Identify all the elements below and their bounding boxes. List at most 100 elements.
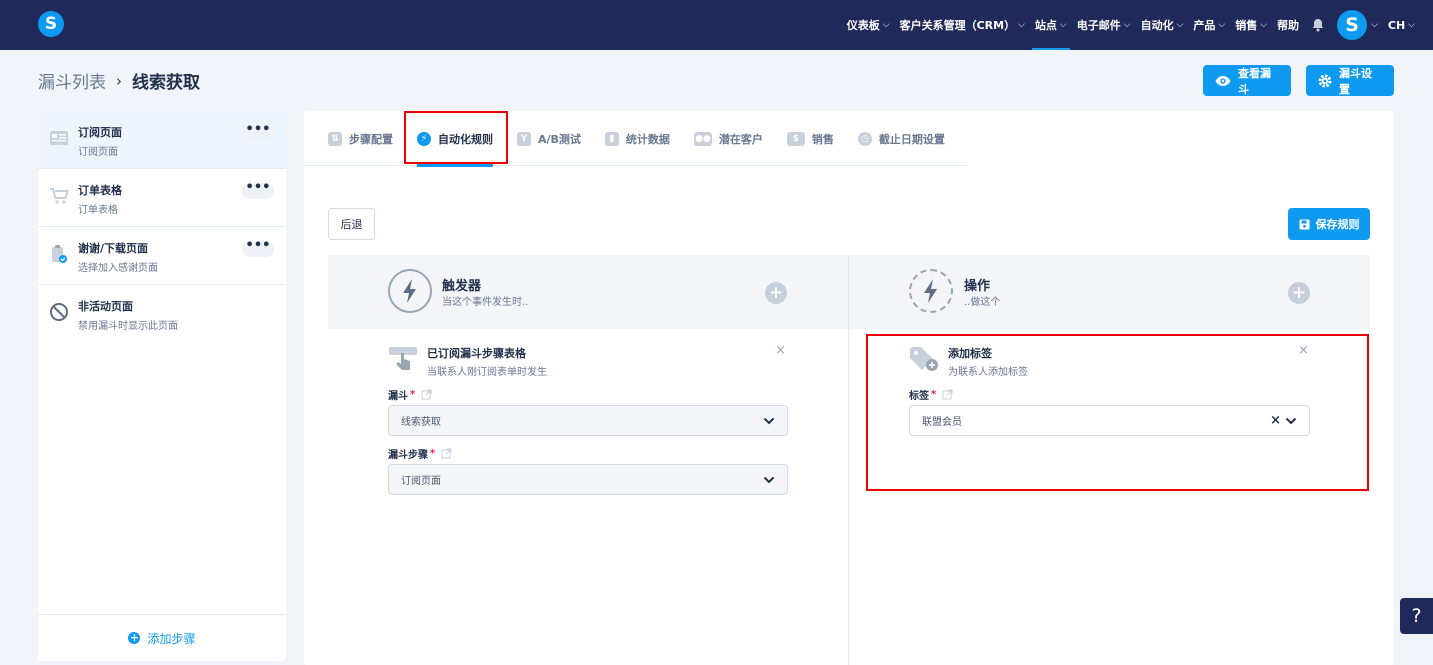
gear-icon bbox=[1318, 74, 1332, 88]
breadcrumb-parent[interactable]: 漏斗列表 bbox=[38, 68, 106, 93]
lightning-cycle-icon bbox=[909, 269, 953, 313]
tab-label: A/B测试 bbox=[538, 132, 581, 146]
save-rule-label: 保存规则 bbox=[1315, 218, 1360, 231]
more-options-button[interactable]: ••• bbox=[242, 181, 274, 199]
tag-label-text: 标签 bbox=[909, 391, 929, 402]
nav-automation[interactable]: 自动化 ⌵ bbox=[1141, 0, 1184, 50]
bolt-icon: ⚡ bbox=[417, 131, 431, 146]
step-item-optin[interactable]: 订阅页面 订阅页面 ••• bbox=[38, 111, 286, 169]
more-options-button[interactable]: ••• bbox=[242, 123, 274, 141]
external-link-icon[interactable] bbox=[421, 389, 432, 400]
language-label: CH bbox=[1387, 18, 1406, 32]
nav-sales[interactable]: 销售 ⌵ bbox=[1235, 0, 1267, 50]
funnel-step-field-label: 漏斗步骤 * bbox=[388, 446, 452, 461]
step-item-inactive[interactable]: 非活动页面 禁用漏斗时显示此页面 bbox=[38, 285, 286, 343]
tab-leads[interactable]: ●● 潜在客户 bbox=[693, 111, 763, 166]
chevron-down-icon: ⌵ bbox=[1218, 20, 1226, 30]
nav-crm-label: 客户关系管理（CRM） bbox=[899, 19, 1016, 32]
funnel-settings-button[interactable]: 漏斗设置 bbox=[1306, 65, 1394, 96]
funnel-step-label-text: 漏斗步骤 bbox=[388, 450, 428, 461]
chevron-down-icon: ⌵ bbox=[882, 20, 890, 30]
user-avatar[interactable]: S bbox=[1337, 10, 1368, 40]
nav-products[interactable]: 产品 ⌵ bbox=[1193, 0, 1225, 50]
tab-automation-rules[interactable]: ⚡ 自动化规则 bbox=[417, 111, 493, 167]
trigger-header: 触发器 当这个事件发生时.. + bbox=[328, 255, 848, 329]
back-button[interactable]: 后退 bbox=[328, 208, 375, 240]
tag-add-icon bbox=[908, 345, 940, 373]
lightning-icon bbox=[388, 269, 432, 313]
nav-crm[interactable]: 客户关系管理（CRM） ⌵ bbox=[900, 0, 1025, 50]
step-item-order-form[interactable]: 订单表格 订单表格 ••• bbox=[38, 169, 286, 227]
tab-deadline-settings[interactable]: ◷ 截止日期设置 bbox=[857, 111, 945, 166]
nav-dashboard-label: 仪表板 bbox=[846, 19, 880, 32]
step-subtitle: 订单表格 bbox=[78, 205, 118, 216]
users-icon: ●● bbox=[693, 131, 712, 146]
nav-products-label: 产品 bbox=[1193, 19, 1216, 32]
external-link-icon[interactable] bbox=[441, 448, 452, 459]
add-action-button[interactable]: + bbox=[1288, 282, 1310, 304]
tab-statistics[interactable]: ▮ 统计数据 bbox=[604, 111, 670, 166]
tab-label: 统计数据 bbox=[625, 132, 670, 146]
trigger-subtitle: 当这个事件发生时.. bbox=[442, 297, 529, 308]
tab-sales[interactable]: $ 销售 bbox=[786, 111, 834, 166]
required-marker: * bbox=[430, 448, 436, 459]
tag-select[interactable]: 联盟会员 × bbox=[909, 405, 1310, 436]
clear-selection-icon[interactable]: × bbox=[1270, 413, 1281, 428]
nav-help[interactable]: 帮助 bbox=[1277, 0, 1299, 50]
nav-dashboard[interactable]: 仪表板 ⌵ bbox=[847, 0, 890, 50]
more-options-button[interactable]: ••• bbox=[242, 239, 274, 257]
tab-label: 自动化规则 bbox=[438, 132, 493, 146]
breadcrumb: 漏斗列表 › 线索获取 bbox=[38, 68, 200, 94]
remove-action-close-icon[interactable]: × bbox=[1298, 343, 1309, 358]
remove-trigger-close-icon[interactable]: × bbox=[775, 343, 786, 358]
funnel-field-label: 漏斗 * bbox=[388, 387, 432, 402]
nav-sites-label: 站点 bbox=[1034, 19, 1057, 32]
ban-icon bbox=[48, 301, 70, 323]
chevron-down-icon: ⌵ bbox=[1059, 20, 1067, 30]
bar-chart-icon: ▮ bbox=[604, 131, 619, 146]
tab-bar: ⇅ 步骤配置 ⚡ 自动化规则 Y A/B测试 ▮ 统计数据 ●● 潜在客户 $ 销售 ◷ 截止… bbox=[304, 111, 968, 167]
trigger-card-subtitle: 当联系人刚订阅表单时发生 bbox=[427, 367, 547, 378]
tab-step-config[interactable]: ⇅ 步骤配置 bbox=[328, 111, 393, 166]
action-card-title: 添加标签 bbox=[948, 347, 992, 360]
add-trigger-button[interactable]: + bbox=[765, 282, 787, 304]
app-logo[interactable]: S bbox=[38, 11, 64, 37]
language-switcher[interactable]: CH ⌵ bbox=[1388, 0, 1415, 50]
nav-email[interactable]: 电子邮件 ⌵ bbox=[1077, 0, 1131, 50]
required-marker: * bbox=[410, 389, 416, 400]
funnel-step-select-value: 订阅页面 bbox=[401, 476, 441, 487]
funnel-settings-label: 漏斗设置 bbox=[1339, 66, 1372, 96]
help-button[interactable]: ? bbox=[1400, 598, 1433, 634]
floppy-disk-icon bbox=[1299, 219, 1310, 230]
save-rule-button[interactable]: 保存规则 bbox=[1288, 208, 1370, 240]
step-subtitle: 选择加入感谢页面 bbox=[78, 263, 158, 274]
bell-icon[interactable] bbox=[1311, 18, 1325, 32]
nav-sites[interactable]: 站点 ⌵ bbox=[1031, 0, 1070, 50]
clipboard-check-icon bbox=[48, 243, 70, 265]
add-step-label: 添加步骤 bbox=[147, 631, 196, 646]
column-divider bbox=[848, 255, 849, 665]
page-title: 线索获取 bbox=[132, 73, 200, 93]
nav-sales-label: 销售 bbox=[1235, 19, 1258, 32]
nav-help-label: 帮助 bbox=[1277, 19, 1300, 32]
funnel-select-value: 线索获取 bbox=[401, 417, 441, 428]
tab-ab-test[interactable]: Y A/B测试 bbox=[517, 111, 581, 166]
funnel-select[interactable]: 线索获取 bbox=[388, 405, 788, 436]
funnel-step-select[interactable]: 订阅页面 bbox=[388, 464, 788, 495]
action-subtitle: ..做这个 bbox=[964, 297, 1001, 308]
chevron-down-icon bbox=[763, 415, 775, 427]
chevron-right-icon: › bbox=[116, 71, 122, 90]
chevron-down-icon[interactable]: ⌵ bbox=[1371, 20, 1378, 30]
action-card-subtitle: 为联系人添加标签 bbox=[948, 367, 1028, 378]
cart-icon bbox=[48, 185, 70, 207]
step-subtitle: 禁用漏斗时显示此页面 bbox=[78, 321, 178, 332]
step-subtitle: 订阅页面 bbox=[78, 147, 118, 158]
main-panel: ⇅ 步骤配置 ⚡ 自动化规则 Y A/B测试 ▮ 统计数据 ●● 潜在客户 $ 销售 ◷ 截止… bbox=[304, 111, 1394, 665]
view-funnel-button[interactable]: 查看漏斗 bbox=[1203, 65, 1291, 96]
tab-label: 步骤配置 bbox=[349, 132, 393, 146]
external-link-icon[interactable] bbox=[942, 389, 953, 400]
step-item-thank-you[interactable]: 谢谢/下载页面 选择加入感谢页面 ••• bbox=[38, 227, 286, 285]
add-step-button[interactable]: + 添加步骤 bbox=[38, 614, 286, 661]
chevron-down-icon: ⌵ bbox=[1123, 20, 1131, 30]
tab-label: 销售 bbox=[811, 132, 834, 146]
